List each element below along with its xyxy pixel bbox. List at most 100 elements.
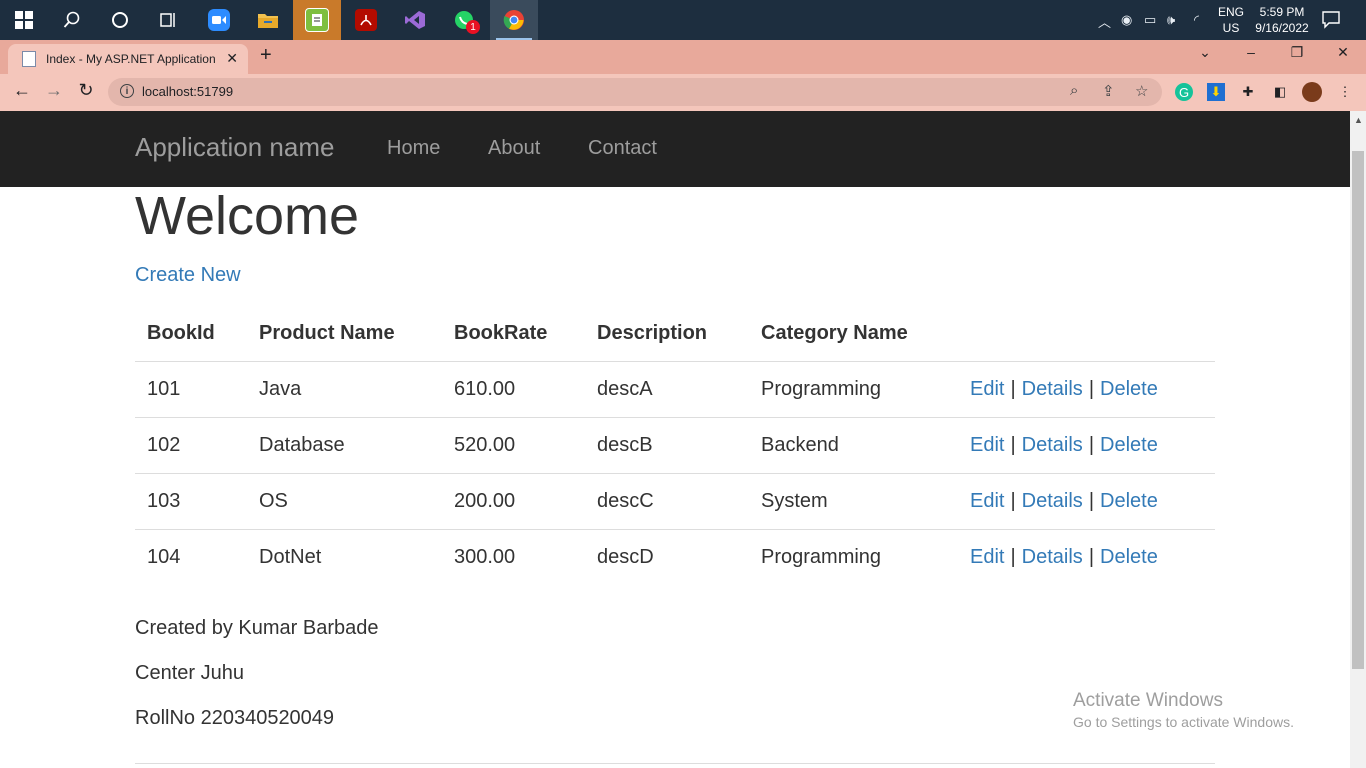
notification-center-button[interactable] — [1320, 8, 1344, 32]
side-panel-icon[interactable]: ◧ — [1271, 83, 1289, 101]
cell-category: Programming — [749, 529, 958, 585]
clock-time: 5:59 PM — [1259, 5, 1305, 19]
page-scrollbar[interactable]: ▲ — [1350, 111, 1366, 768]
task-view-button[interactable] — [144, 0, 192, 40]
delete-link[interactable]: Delete — [1100, 490, 1158, 512]
cell-bookid: 102 — [135, 417, 247, 474]
delete-link[interactable]: Delete — [1100, 378, 1158, 400]
region-code: US — [1222, 21, 1240, 35]
battery-icon[interactable]: ▭ — [1144, 12, 1156, 28]
delete-link[interactable]: Delete — [1100, 434, 1158, 456]
tab-search-chevron-icon[interactable]: ⌄ — [1193, 44, 1217, 61]
edit-link[interactable]: Edit — [970, 490, 1004, 512]
chrome-icon — [503, 10, 524, 30]
new-tab-plus-icon[interactable]: + — [260, 44, 272, 67]
details-link[interactable]: Details — [1022, 434, 1083, 456]
browser-tab-active[interactable]: Index - My ASP.NET Application ✕ — [8, 44, 248, 74]
site-navbar: Application name Home About Contact — [0, 111, 1350, 187]
nav-contact-link[interactable]: Contact — [588, 137, 657, 160]
cell-description: descD — [585, 529, 749, 585]
action-separator: | — [1010, 434, 1016, 456]
cell-bookrate: 200.00 — [442, 473, 585, 530]
cell-description: descB — [585, 417, 749, 474]
notification-icon — [1322, 11, 1340, 29]
wifi-icon[interactable]: ◜ — [1194, 12, 1199, 28]
nav-home-link[interactable]: Home — [387, 137, 440, 160]
header-description: Description — [585, 306, 749, 362]
table-row: 101 Java 610.00 descA Programming Edit | D… — [135, 362, 1215, 418]
cell-category: System — [749, 473, 958, 530]
search-icon — [63, 11, 80, 28]
cell-actions: Edit | Details | Delete — [958, 417, 1215, 474]
clock-date: 9/16/2022 — [1255, 21, 1309, 35]
language-code: ENG — [1218, 5, 1245, 19]
bookmark-star-icon[interactable]: ☆ — [1135, 82, 1148, 100]
delete-link[interactable]: Delete — [1100, 546, 1158, 568]
share-icon[interactable]: ⇪ — [1102, 82, 1115, 100]
edit-link[interactable]: Edit — [970, 434, 1004, 456]
create-new-link[interactable]: Create New — [135, 264, 241, 287]
cell-bookrate: 610.00 — [454, 378, 516, 400]
scrollbar-thumb[interactable] — [1352, 151, 1364, 669]
cell-bookrate: 520.00 — [442, 417, 585, 474]
speaker-icon[interactable]: 🕪 — [1167, 12, 1175, 28]
tab-title: Index - My ASP.NET Application — [46, 52, 216, 66]
url-text: localhost:51799 — [142, 84, 234, 99]
back-arrow-icon[interactable]: ← — [10, 80, 34, 101]
header-bookid: BookId — [135, 306, 247, 362]
zoom-magnifier-icon[interactable]: ⌕ — [1070, 82, 1078, 99]
nav-about-link[interactable]: About — [488, 137, 540, 160]
details-link[interactable]: Details — [1022, 378, 1083, 400]
language-indicator[interactable]: ENG US — [1218, 4, 1244, 36]
forward-arrow-icon[interactable]: → — [42, 80, 66, 101]
books-table: BookId Product Name BookRate Description… — [135, 306, 1215, 585]
visual-studio-button[interactable] — [391, 0, 439, 40]
system-clock[interactable]: 5:59 PM 9/16/2022 — [1252, 4, 1312, 36]
folder-icon — [258, 14, 278, 28]
table-row: 102 Database 520.00 descB Backend Edit | D… — [135, 417, 1215, 474]
cell-description: descA — [597, 378, 653, 400]
edit-link[interactable]: Edit — [970, 378, 1004, 400]
grammarly-extension-icon[interactable]: G — [1175, 83, 1193, 101]
restore-window-icon[interactable]: ❐ — [1285, 44, 1309, 61]
chrome-app-button[interactable] — [490, 0, 538, 40]
footer-center: Center Juhu — [135, 662, 244, 684]
cell-bookrate: 300.00 — [442, 529, 585, 585]
footer-divider — [135, 763, 1215, 764]
page-favicon-icon — [22, 51, 36, 67]
notepad-app-button[interactable] — [293, 0, 341, 40]
cell-actions: Edit | Details | Delete — [958, 529, 1215, 585]
browser-tab-strip: Index - My ASP.NET Application ✕ — [0, 40, 1366, 74]
scroll-up-arrow-icon[interactable]: ▲ — [1354, 115, 1363, 125]
edit-link[interactable]: Edit — [970, 546, 1004, 568]
start-button[interactable] — [0, 0, 48, 40]
whatsapp-app-button[interactable]: 1 — [440, 0, 488, 40]
close-window-icon[interactable]: ✕ — [1331, 44, 1355, 61]
downloader-extension-icon[interactable]: ⬇ — [1207, 83, 1225, 101]
file-explorer-button[interactable] — [244, 0, 292, 40]
search-button[interactable] — [48, 0, 96, 40]
profile-avatar[interactable] — [1302, 82, 1322, 102]
acrobat-app-button[interactable] — [342, 0, 390, 40]
site-info-icon[interactable]: i — [120, 84, 134, 98]
zoom-icon — [208, 9, 230, 31]
cortana-button[interactable] — [96, 0, 144, 40]
close-tab-icon[interactable]: ✕ — [226, 50, 238, 67]
chrome-menu-kebab-icon[interactable]: ⋮ — [1336, 83, 1354, 101]
reload-icon[interactable]: ↻ — [74, 80, 98, 101]
header-bookrate: BookRate — [442, 306, 585, 362]
table-row: 104 DotNet 300.00 descD Programming Edit… — [135, 529, 1215, 585]
cell-bookid: 101 — [147, 378, 181, 400]
action-separator: | — [1088, 490, 1095, 512]
details-link[interactable]: Details — [1022, 490, 1083, 512]
details-link[interactable]: Details — [1022, 546, 1083, 568]
network-globe-icon[interactable]: ◉ — [1121, 12, 1132, 28]
extensions-puzzle-icon[interactable]: ✚ — [1239, 83, 1257, 101]
chevron-up-icon[interactable]: ︿ — [1098, 12, 1111, 31]
zoom-app-button[interactable] — [195, 0, 243, 40]
cell-bookid: 104 — [135, 529, 247, 585]
minimize-window-icon[interactable]: – — [1239, 44, 1263, 60]
brand-link[interactable]: Application name — [135, 132, 334, 163]
address-bar[interactable]: i localhost:51799 ⌕ ⇪ ☆ — [108, 78, 1162, 106]
cell-product-name: DotNet — [247, 529, 442, 585]
